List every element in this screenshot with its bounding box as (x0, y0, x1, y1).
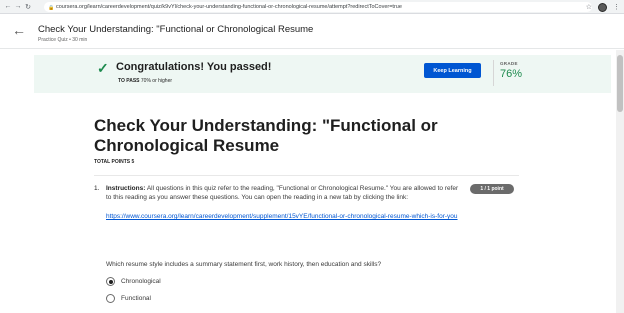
grade-label: GRADE (500, 61, 518, 66)
option-chronological[interactable]: Chronological (106, 277, 161, 286)
more-menu-icon[interactable]: ⋮ (613, 3, 620, 11)
browser-back-icon[interactable]: ← (3, 1, 13, 13)
option-label: Functional (121, 295, 151, 302)
option-label: Chronological (121, 278, 161, 285)
radio-unselected[interactable] (106, 294, 115, 303)
lock-icon: 🔒 (48, 4, 55, 11)
quiz-title: Check Your Understanding: "Functional or… (94, 116, 438, 155)
profile-avatar[interactable] (598, 2, 607, 12)
to-pass-label: TO PASS (118, 78, 140, 84)
question-divider (94, 175, 519, 176)
banner-divider (493, 60, 494, 86)
browser-forward-icon[interactable]: → (13, 1, 23, 13)
reload-icon[interactable]: ↻ (23, 1, 33, 13)
question-instructions: Instructions: All questions in this quiz… (106, 184, 462, 202)
reading-link[interactable]: https://www.coursera.org/learn/careerdev… (106, 212, 476, 221)
instructions-label: Instructions: (106, 185, 146, 192)
keep-learning-button[interactable]: Keep Learning (424, 63, 481, 78)
to-pass-value: 70% or higher (140, 78, 173, 84)
header-title: Check Your Understanding: "Functional or… (38, 24, 314, 35)
scrollbar-thumb[interactable] (617, 55, 623, 112)
checkmark-icon: ✓ (97, 60, 109, 76)
points-badge: 1 / 1 point (470, 184, 514, 194)
back-arrow-icon[interactable]: ← (12, 22, 26, 38)
address-bar[interactable]: 🔒 coursera.org/learn/careerdevelopment/q… (44, 2, 592, 12)
option-functional[interactable]: Functional (106, 294, 151, 303)
grade-value: 76% (500, 68, 523, 80)
pass-banner: ✓ Congratulations! You passed! TO PASS 7… (34, 55, 611, 93)
question-number: 1. (94, 185, 100, 192)
url-text: coursera.org/learn/careerdevelopment/qui… (56, 4, 402, 10)
instructions-text: All questions in this quiz refer to the … (106, 185, 459, 201)
page-header: ← Check Your Understanding: "Functional … (0, 15, 624, 49)
star-icon[interactable]: ☆ (586, 3, 592, 11)
to-pass-line: TO PASS 70% or higher (118, 78, 172, 84)
radio-selected[interactable] (106, 277, 115, 286)
browser-toolbar: ← → ↻ 🔒 coursera.org/learn/careerdevelop… (0, 0, 624, 14)
sub-question: Which resume style includes a summary st… (106, 261, 382, 268)
total-points: TOTAL POINTS 5 (94, 159, 135, 165)
pass-message: Congratulations! You passed! (116, 61, 272, 73)
header-subtitle: Practice Quiz • 30 min (38, 37, 88, 43)
